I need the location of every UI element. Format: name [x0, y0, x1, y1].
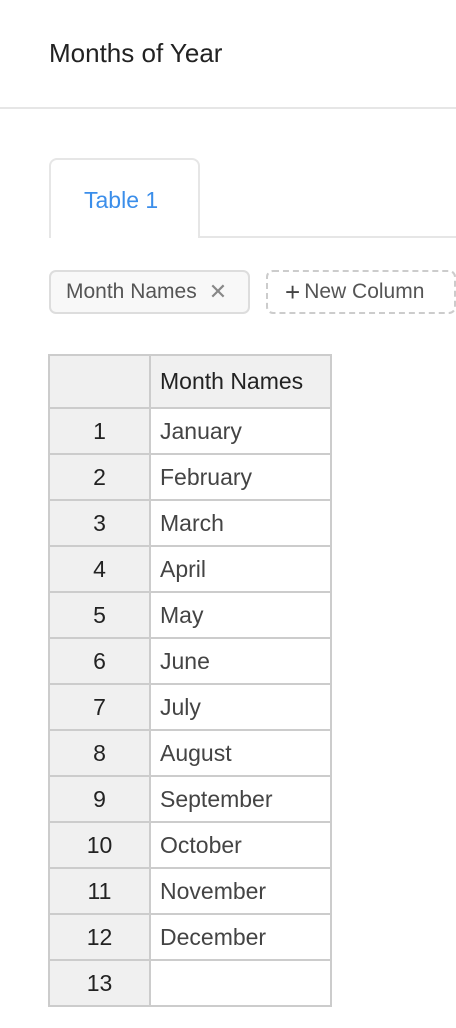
table-row: 1 January: [48, 407, 332, 455]
table-row: 3 March: [48, 499, 332, 547]
page-title: Months of Year: [49, 38, 223, 68]
row-index: 1: [48, 407, 151, 455]
table-row: 4 April: [48, 545, 332, 593]
close-icon[interactable]: ✕: [209, 279, 227, 305]
table-row: 10 October: [48, 821, 332, 869]
column-chip-month-names[interactable]: Month Names ✕: [49, 270, 250, 314]
page-header: Months of Year: [0, 0, 456, 109]
index-header: [48, 354, 151, 409]
column-header-month-names[interactable]: Month Names: [149, 354, 332, 409]
table-row: 2 February: [48, 453, 332, 501]
row-index: 5: [48, 591, 151, 639]
cell-month-name[interactable]: December: [149, 913, 332, 961]
cell-month-name[interactable]: April: [149, 545, 332, 593]
table-header-row: Month Names: [48, 354, 332, 409]
row-index: 10: [48, 821, 151, 869]
cell-month-name[interactable]: March: [149, 499, 332, 547]
cell-month-name[interactable]: November: [149, 867, 332, 915]
cell-month-name[interactable]: [149, 959, 332, 1007]
row-index: 2: [48, 453, 151, 501]
row-index: 4: [48, 545, 151, 593]
chip-label: Month Names: [66, 280, 197, 303]
table-row: 13: [48, 959, 332, 1007]
cell-month-name[interactable]: January: [149, 407, 332, 455]
cell-month-name[interactable]: August: [149, 729, 332, 777]
data-table: Month Names 1 January 2 February 3 March 4 Apri…: [48, 354, 332, 1007]
cell-month-name[interactable]: July: [149, 683, 332, 731]
cell-month-name[interactable]: October: [149, 821, 332, 869]
row-index: 3: [48, 499, 151, 547]
row-index: 8: [48, 729, 151, 777]
new-column-button[interactable]: + New Column: [266, 270, 456, 314]
tab-label: Table 1: [84, 187, 159, 213]
tab-divider: [199, 236, 456, 238]
table-row: 5 May: [48, 591, 332, 639]
row-index: 13: [48, 959, 151, 1007]
row-index: 12: [48, 913, 151, 961]
new-column-label: New Column: [304, 280, 425, 303]
row-index: 7: [48, 683, 151, 731]
table-row: 8 August: [48, 729, 332, 777]
table-row: 6 June: [48, 637, 332, 685]
table-row: 7 July: [48, 683, 332, 731]
cell-month-name[interactable]: February: [149, 453, 332, 501]
tab-table-1[interactable]: Table 1: [49, 158, 200, 238]
row-index: 9: [48, 775, 151, 823]
row-index: 6: [48, 637, 151, 685]
cell-month-name[interactable]: June: [149, 637, 332, 685]
table-row: 12 December: [48, 913, 332, 961]
table-row: 9 September: [48, 775, 332, 823]
plus-icon: +: [285, 276, 301, 307]
cell-month-name[interactable]: May: [149, 591, 332, 639]
cell-month-name[interactable]: September: [149, 775, 332, 823]
table-row: 11 November: [48, 867, 332, 915]
row-index: 11: [48, 867, 151, 915]
